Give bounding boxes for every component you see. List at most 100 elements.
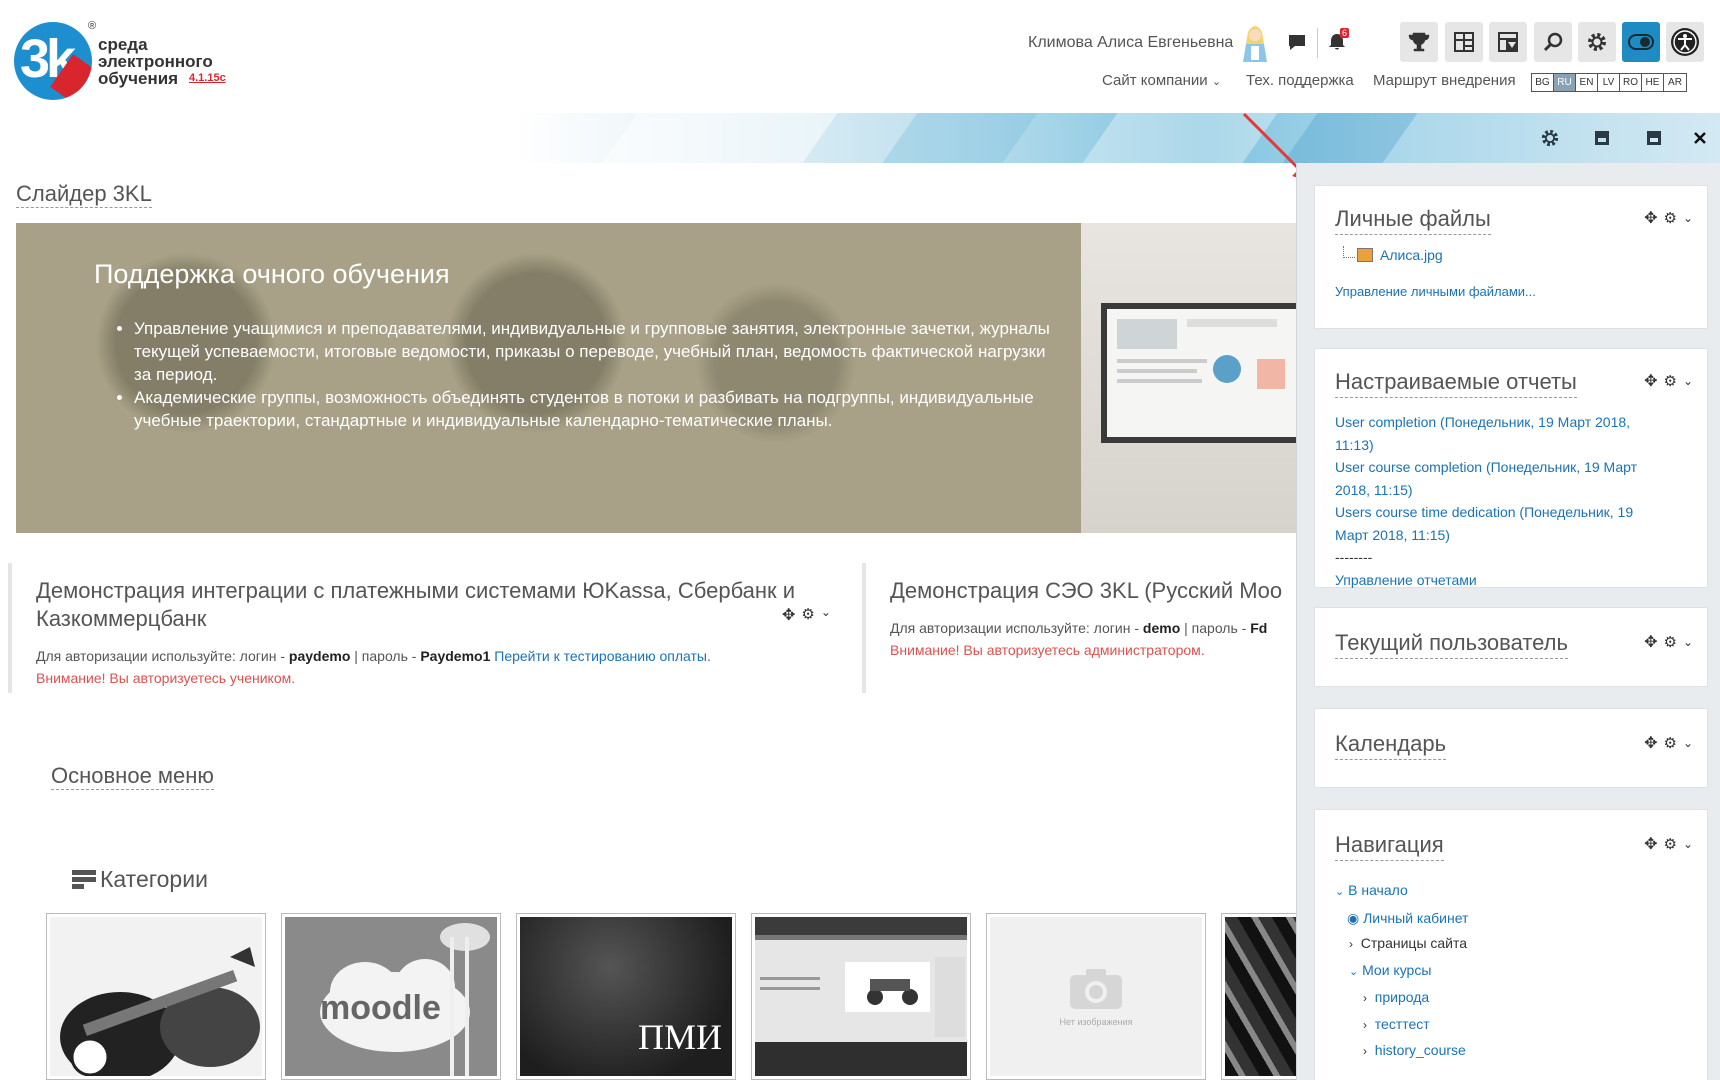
nav-my-courses[interactable]: ⌄ Мои курсы: [1335, 958, 1468, 986]
slider-bullet: Академические группы, возможность объеди…: [134, 386, 1054, 432]
gear-icon[interactable]: ⚙: [1663, 835, 1676, 853]
category-tile[interactable]: Нет изображения: [986, 913, 1206, 1080]
chevron-down-icon[interactable]: ⌄: [1683, 837, 1693, 851]
lang-ru[interactable]: RU: [1554, 74, 1576, 91]
chevron-down-icon[interactable]: ⌄: [1683, 374, 1693, 388]
chevron-down-icon[interactable]: ⌄: [1683, 736, 1693, 750]
nav-implementation-route[interactable]: Маршрут внедрения: [1373, 72, 1516, 89]
page-tools: [1524, 113, 1720, 163]
lang-ro[interactable]: RO: [1620, 74, 1642, 91]
nav-dashboard[interactable]: ◉ Личный кабинет: [1335, 906, 1468, 932]
dashboard-grid-button[interactable]: [1445, 22, 1483, 62]
site-logo[interactable]: 3k ® среда электронного обучения 4.1.15c: [14, 20, 234, 105]
block-controls: ✥ ⚙ ⌄: [782, 605, 831, 625]
move-icon[interactable]: ✥: [1644, 632, 1657, 652]
chevron-down-icon[interactable]: ⌄: [1683, 211, 1693, 225]
layout-button[interactable]: [1489, 22, 1527, 62]
move-icon[interactable]: ✥: [1644, 733, 1657, 753]
move-icon[interactable]: ✥: [1644, 371, 1657, 391]
dashboard-icon: ◉: [1347, 909, 1360, 926]
sd-card-icon-2[interactable]: [1628, 129, 1680, 147]
nav-course[interactable]: › тесттест: [1335, 1012, 1468, 1039]
close-drawer-icon[interactable]: [1680, 132, 1720, 144]
trophy-icon: [1408, 32, 1430, 52]
chevron-down-icon[interactable]: ⌄: [821, 605, 831, 625]
category-image-pmi: ПМИ: [520, 917, 732, 1076]
category-tile[interactable]: moodle: [281, 913, 501, 1080]
sd-card-icon[interactable]: [1576, 129, 1628, 147]
user-name[interactable]: Климова Алиса Евгеньевна: [1028, 34, 1233, 52]
lang-he[interactable]: HE: [1642, 74, 1664, 91]
list-icon: [72, 869, 96, 889]
main-menu-title: Основное меню: [51, 763, 214, 790]
messages-icon[interactable]: [1283, 28, 1311, 56]
gear-icon[interactable]: ⚙: [1663, 209, 1676, 227]
nav-course[interactable]: › природа: [1335, 985, 1468, 1012]
file-link[interactable]: Алиса.jpg: [1380, 247, 1443, 263]
block-title: Личные файлы: [1335, 206, 1491, 235]
gear-icon[interactable]: ⚙: [1663, 633, 1676, 651]
category-tile[interactable]: [1221, 913, 1296, 1080]
demo-card-sandbox: Демонстрация СЭО 3KL (Русский Moo Для ав…: [862, 563, 1296, 693]
report-list: User completion (Понедельник, 19 Март 20…: [1335, 411, 1665, 591]
report-link[interactable]: User completion (Понедельник, 19 Март 20…: [1335, 411, 1665, 456]
categories-heading: Категории: [72, 866, 208, 893]
trophy-button[interactable]: [1400, 22, 1438, 62]
block-controls: ✥ ⚙ ⌄: [1644, 733, 1693, 753]
category-image-helmets: [50, 917, 262, 1076]
nav-course[interactable]: › history_course: [1335, 1038, 1468, 1065]
category-tile[interactable]: [46, 913, 266, 1080]
gear-icon: [1588, 33, 1606, 51]
demo-card-sandbox-title[interactable]: Демонстрация СЭО 3KL (Русский Moo: [890, 577, 1296, 605]
block-custom-reports: Настраиваемые отчеты ✥ ⚙ ⌄ User completi…: [1314, 348, 1708, 588]
block-personal-files: Личные файлы ✥ ⚙ ⌄ Алиса.jpg Управление …: [1314, 185, 1708, 329]
nav-home[interactable]: ⌄ В начало: [1335, 878, 1468, 906]
block-current-user: Текущий пользователь ✥ ⚙ ⌄: [1314, 607, 1708, 687]
search-button[interactable]: [1534, 22, 1572, 62]
move-icon[interactable]: ✥: [1644, 834, 1657, 854]
settings-button[interactable]: [1578, 22, 1616, 62]
category-image-moodle: moodle: [285, 917, 497, 1076]
report-link[interactable]: Users course time dedication (Понедельни…: [1335, 501, 1665, 546]
chevron-down-icon: ⌄: [1211, 76, 1222, 88]
theme-toggle-button[interactable]: [1622, 22, 1660, 62]
nav-company-site[interactable]: Сайт компании ⌄: [1102, 72, 1221, 89]
notification-count-badge: 6: [1340, 28, 1350, 38]
chevron-right-icon: ›: [1363, 1017, 1367, 1032]
chevron-down-icon: ⌄: [1349, 965, 1359, 978]
gear-icon[interactable]: ⚙: [1663, 372, 1676, 390]
chevron-right-icon: ›: [1363, 1044, 1367, 1058]
accessibility-button[interactable]: [1666, 22, 1704, 62]
payment-test-link[interactable]: Перейти к тестированию оплаты.: [490, 648, 711, 664]
category-tile[interactable]: [751, 913, 971, 1080]
lang-bg[interactable]: BG: [1532, 74, 1554, 91]
chevron-right-icon: ›: [1349, 937, 1353, 951]
demo-card-payments-title[interactable]: Демонстрация интеграции с платежными сис…: [36, 577, 832, 633]
category-image-placeholder: Нет изображения: [990, 917, 1202, 1076]
lang-en[interactable]: EN: [1576, 74, 1598, 91]
lang-lv[interactable]: LV: [1598, 74, 1620, 91]
move-icon[interactable]: ✥: [782, 605, 795, 625]
demo-card-payments-warning: Внимание! Вы авторизуетесь учеником.: [36, 670, 296, 686]
manage-reports-link[interactable]: Управление отчетами: [1335, 569, 1665, 592]
block-title: Календарь: [1335, 731, 1447, 760]
manage-files-link[interactable]: Управление личными файлами...: [1335, 284, 1536, 299]
avatar[interactable]: [1240, 22, 1270, 62]
nav-site-pages[interactable]: › Страницы сайта: [1335, 931, 1468, 958]
category-tile[interactable]: ПМИ: [516, 913, 736, 1080]
chevron-down-icon[interactable]: ⌄: [1683, 635, 1693, 649]
logo-mark: 3k: [14, 22, 92, 100]
demo-card-payments: Демонстрация интеграции с платежными сис…: [8, 563, 848, 693]
nav-tech-support[interactable]: Тех. поддержка: [1246, 72, 1354, 89]
demo-card-sandbox-warning: Внимание! Вы авторизуетесь администратор…: [890, 642, 1205, 658]
lang-ar[interactable]: AR: [1664, 74, 1686, 91]
block-calendar: Календарь ✥ ⚙ ⌄: [1314, 708, 1708, 788]
page-settings-icon[interactable]: [1524, 128, 1576, 148]
gear-icon[interactable]: ⚙: [801, 605, 814, 625]
logo-version: 4.1.15c: [189, 72, 226, 84]
report-link[interactable]: User course completion (Понедельник, 19 …: [1335, 456, 1665, 501]
chevron-right-icon: ›: [1363, 991, 1367, 1005]
feature-slider[interactable]: Поддержка очного обучения Управление уча…: [16, 223, 1296, 533]
gear-icon[interactable]: ⚙: [1663, 734, 1676, 752]
move-icon[interactable]: ✥: [1644, 208, 1657, 228]
